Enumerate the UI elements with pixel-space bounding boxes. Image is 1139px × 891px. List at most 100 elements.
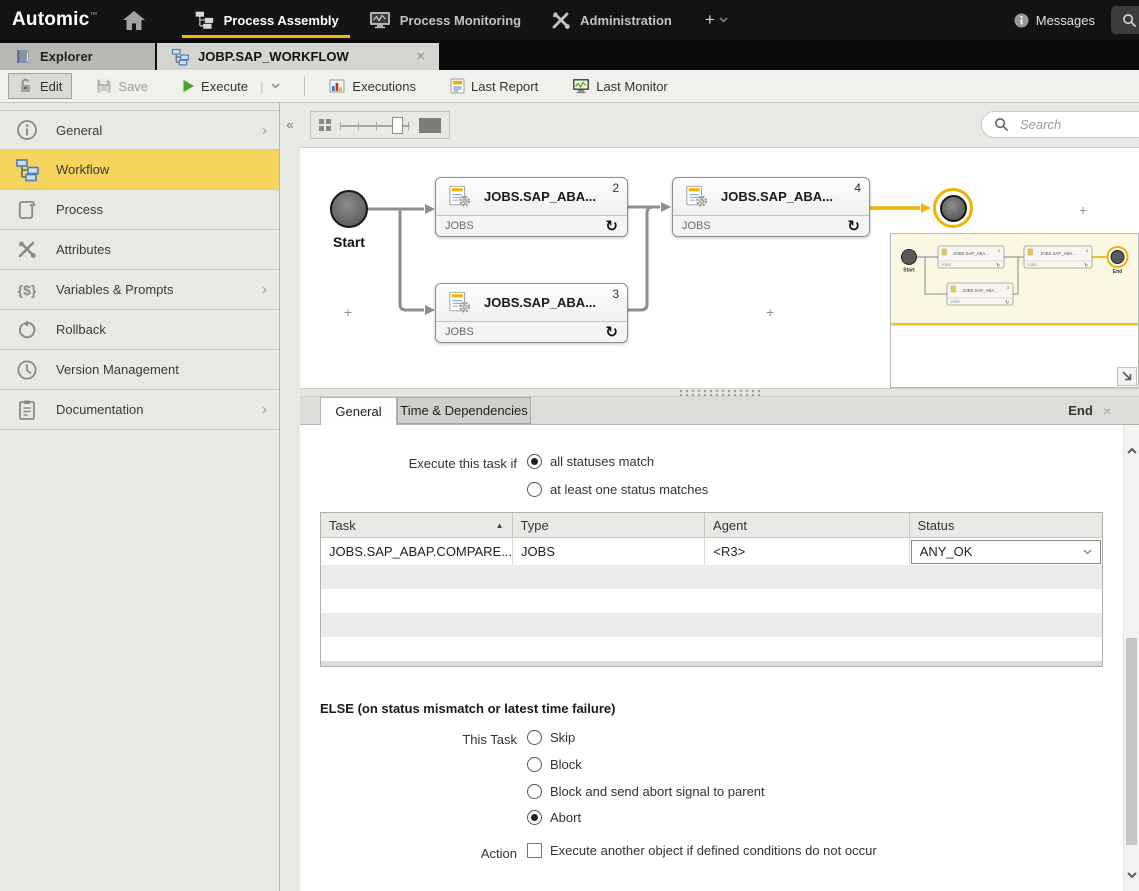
- add-task-marker[interactable]: +: [344, 304, 352, 320]
- last-report-label: Last Report: [471, 79, 538, 94]
- else-heading: ELSE (on status mismatch or latest time …: [320, 701, 615, 716]
- radio-icon[interactable]: [527, 730, 542, 745]
- this-task-label: This Task: [300, 732, 517, 747]
- last-monitor-label: Last Monitor: [596, 79, 668, 94]
- search-icon: [994, 117, 1009, 132]
- report-document-icon: [450, 78, 465, 94]
- workflow-minimap[interactable]: Start JOBS.SAP_ABA... 2 JOBS ↻ JOBS.SAP_…: [890, 233, 1139, 388]
- last-report-button[interactable]: Last Report: [440, 73, 548, 99]
- radio-selected-icon[interactable]: [527, 454, 542, 469]
- slider-handle[interactable]: [392, 117, 403, 134]
- checkbox-icon[interactable]: [527, 843, 542, 858]
- execute-button[interactable]: Execute |: [172, 74, 290, 99]
- workflow-object-icon: [171, 48, 189, 66]
- sidebar-item-rollback[interactable]: Rollback: [0, 310, 279, 350]
- sidebar-item-workflow[interactable]: Workflow: [0, 150, 279, 190]
- radio-label: Block and send abort signal to parent: [550, 784, 765, 799]
- radio-label: Block: [550, 757, 582, 772]
- task-node-2[interactable]: 2 JOBS.SAP_ABA... JOBS: [435, 177, 628, 237]
- workflow-search-box[interactable]: [981, 111, 1139, 138]
- column-header-task[interactable]: Task ▲: [321, 513, 513, 537]
- canvas-header: [300, 103, 1139, 148]
- radio-icon[interactable]: [527, 482, 542, 497]
- radio-label: at least one status matches: [550, 482, 708, 497]
- process-assembly-icon: [193, 10, 215, 30]
- zoom-slider[interactable]: [340, 117, 410, 134]
- minimap-resize-button[interactable]: [1117, 367, 1137, 386]
- sidebar-item-documentation[interactable]: Documentation ›: [0, 390, 279, 430]
- home-button[interactable]: [114, 6, 154, 35]
- radio-skip[interactable]: Skip: [527, 730, 575, 745]
- start-node[interactable]: [330, 190, 368, 228]
- tab-jobp-sap-workflow[interactable]: JOBP.SAP_WORKFLOW ×: [157, 43, 439, 70]
- messages-button[interactable]: Messages: [1014, 13, 1095, 28]
- radio-abort[interactable]: Abort: [527, 810, 581, 825]
- sidebar-item-variables-prompts[interactable]: {$} Variables & Prompts ›: [0, 270, 279, 310]
- table-row[interactable]: JOBS.SAP_ABAP.COMPARE... JOBS <R3> ANY_O…: [321, 537, 1102, 565]
- overview-grid-icon[interactable]: [319, 119, 331, 131]
- topbar-right: Messages: [1014, 6, 1139, 34]
- execute-label: Execute: [201, 79, 248, 94]
- divider: |: [260, 79, 263, 94]
- panel-scrollbar[interactable]: [1123, 425, 1139, 891]
- executions-button[interactable]: Executions: [319, 73, 426, 99]
- task-node-4[interactable]: 4 JOBS.SAP_ABA... JOBS: [672, 177, 870, 237]
- last-monitor-button[interactable]: Last Monitor: [562, 73, 678, 99]
- dependencies-table: Task ▲ Type Agent Status JOBS.SAP_ABAP.C…: [320, 512, 1103, 667]
- sidebar-item-version-management[interactable]: Version Management: [0, 350, 279, 390]
- column-header-status[interactable]: Status: [910, 513, 1103, 537]
- search-input[interactable]: [1018, 116, 1122, 133]
- home-icon: [122, 10, 146, 31]
- action-checkbox-row[interactable]: Execute another object if defined condit…: [527, 843, 877, 858]
- restart-icon[interactable]: ↻: [847, 219, 860, 234]
- zoom-max-button[interactable]: [419, 118, 441, 133]
- radio-selected-icon[interactable]: [527, 810, 542, 825]
- column-header-agent[interactable]: Agent: [705, 513, 909, 537]
- plus-icon: +: [705, 10, 715, 30]
- nav-process-monitoring[interactable]: Process Monitoring: [354, 0, 536, 40]
- empty-table-row: [321, 589, 1102, 613]
- panel-splitter[interactable]: [300, 388, 1139, 397]
- scroll-down-icon[interactable]: [1127, 871, 1137, 879]
- radio-all-statuses[interactable]: all statuses match: [527, 454, 654, 469]
- end-node-selected[interactable]: [933, 188, 973, 228]
- add-perspective-button[interactable]: +: [697, 10, 736, 30]
- nav-administration[interactable]: Administration: [536, 0, 687, 40]
- scroll-up-icon[interactable]: [1127, 447, 1137, 455]
- radio-at-least-one[interactable]: at least one status matches: [527, 482, 708, 497]
- restart-icon[interactable]: ↻: [605, 325, 618, 340]
- collapse-sidebar-icon[interactable]: «: [280, 117, 300, 132]
- radio-block[interactable]: Block: [527, 757, 582, 772]
- restart-icon[interactable]: ↻: [605, 219, 618, 234]
- add-task-marker[interactable]: +: [1079, 202, 1087, 218]
- radio-icon[interactable]: [527, 757, 542, 772]
- close-icon[interactable]: ×: [416, 48, 425, 65]
- empty-table-row: [321, 565, 1102, 589]
- action-label: Action: [300, 846, 517, 861]
- workflow-canvas[interactable]: Start 2 JOBS.SAP_ABA...: [300, 148, 1139, 388]
- add-task-marker[interactable]: +: [766, 304, 774, 320]
- global-search-button[interactable]: [1111, 6, 1139, 34]
- execute-if-label: Execute this task if: [300, 456, 517, 471]
- status-dropdown[interactable]: ANY_OK: [911, 540, 1101, 564]
- nav-process-assembly[interactable]: Process Assembly: [178, 0, 354, 40]
- save-button[interactable]: Save: [86, 73, 158, 99]
- radio-icon[interactable]: [527, 784, 542, 799]
- tab-general[interactable]: General: [320, 397, 397, 425]
- sidebar-collapse-strip: «: [280, 103, 300, 891]
- chevron-down-icon[interactable]: [271, 83, 280, 89]
- tab-explorer[interactable]: Explorer: [0, 43, 155, 70]
- info-icon: [1014, 13, 1029, 28]
- table-horizontal-scrollbar[interactable]: [321, 661, 1102, 666]
- close-icon[interactable]: ×: [1103, 403, 1111, 419]
- sidebar-item-attributes[interactable]: Attributes: [0, 230, 279, 270]
- column-header-type[interactable]: Type: [513, 513, 706, 537]
- sidebar-item-process[interactable]: Process: [0, 190, 279, 230]
- radio-block-abort-parent[interactable]: Block and send abort signal to parent: [527, 784, 765, 799]
- splitter-drag-handle[interactable]: [678, 389, 762, 396]
- scrollbar-thumb[interactable]: [1126, 638, 1137, 845]
- edit-button[interactable]: Edit: [8, 73, 72, 99]
- tab-time-dependencies[interactable]: Time & Dependencies: [397, 397, 531, 424]
- sidebar-item-general[interactable]: General ›: [0, 110, 279, 150]
- task-node-3[interactable]: 3 JOBS.SAP_ABA... JOBS: [435, 283, 628, 343]
